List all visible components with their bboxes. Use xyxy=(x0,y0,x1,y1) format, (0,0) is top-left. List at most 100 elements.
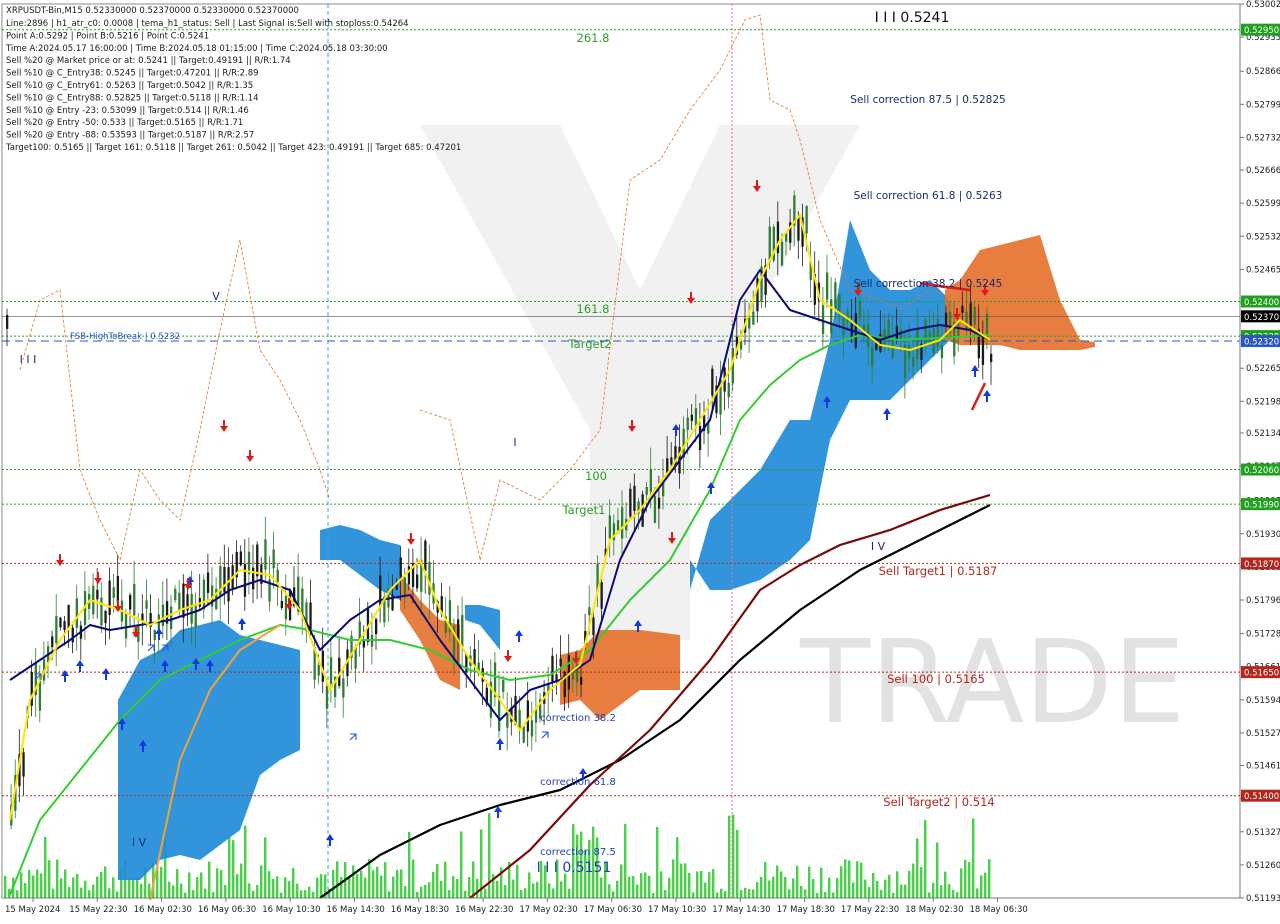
volume-bar xyxy=(456,878,459,898)
volume-bar xyxy=(956,891,959,898)
volume-bar xyxy=(800,885,803,898)
volume-bar xyxy=(916,838,919,898)
volume-bar xyxy=(888,874,891,898)
time-label: 17 May 14:30 xyxy=(712,905,770,915)
volume-bar xyxy=(868,887,871,898)
volume-bar xyxy=(608,884,611,898)
volume-bar xyxy=(116,891,119,898)
price-tick-label: 0.51260 xyxy=(1246,861,1280,871)
candle-body xyxy=(592,617,595,636)
volume-bar xyxy=(740,890,743,898)
candle-body xyxy=(100,597,103,626)
volume-bar xyxy=(676,837,679,898)
volume-bar xyxy=(776,865,779,898)
time-label: 17 May 02:30 xyxy=(519,905,577,915)
info-line: Sell %10 @ C_Entry88: 0.52825 || Target:… xyxy=(6,93,259,103)
info-line: Sell %10 @ C_Entry38: 0.5245 || Target:0… xyxy=(6,69,259,79)
price-tick-label: 0.52866 xyxy=(1246,67,1280,77)
volume-bar xyxy=(952,889,955,898)
candle-body xyxy=(666,458,669,473)
volume-bar xyxy=(980,875,983,898)
volume-bar xyxy=(988,859,991,898)
volume-bar xyxy=(696,871,699,898)
candle-body xyxy=(174,588,177,601)
volume-bar xyxy=(236,874,239,898)
volume-bar xyxy=(896,871,899,898)
candle-body xyxy=(461,614,464,648)
volume-bar xyxy=(420,886,423,898)
volume-bar xyxy=(36,869,39,898)
candle-body xyxy=(129,594,132,610)
volume-bar xyxy=(752,889,755,898)
volume-bar xyxy=(388,891,391,898)
price-tick-label: 0.52134 xyxy=(1246,429,1280,439)
volume-bar xyxy=(380,875,383,898)
candle-body xyxy=(223,566,226,593)
annotation-text: correction 61.8 xyxy=(540,777,616,788)
candle-body xyxy=(530,720,534,737)
candle-body xyxy=(657,497,661,509)
volume-bar xyxy=(504,884,507,898)
volume-bar xyxy=(284,877,287,898)
candle-body xyxy=(280,600,283,608)
volume-bar xyxy=(444,861,447,898)
level-label: Target1 xyxy=(562,503,606,517)
volume-bar xyxy=(664,889,667,898)
candle-body xyxy=(834,282,837,308)
chart-window: TRADE 261.8 161.8 Target2 100 Target1 Sell Ta… xyxy=(0,0,1280,920)
volume-bar xyxy=(756,882,759,898)
annotation-text: Sell correction 61.8 | 0.5263 xyxy=(854,190,1003,202)
volume-bar xyxy=(892,892,895,898)
candle-body xyxy=(375,618,378,635)
price-tick-label: 0.53002 xyxy=(1246,0,1280,10)
candle-body xyxy=(608,515,611,539)
volume-bar xyxy=(932,882,935,898)
price-tag-label: 0.52320 xyxy=(1244,338,1279,348)
volume-bar xyxy=(908,870,911,898)
volume-bar xyxy=(688,873,691,898)
candle-body xyxy=(112,587,115,598)
price-tick-label: 0.52666 xyxy=(1246,166,1280,176)
volume-bar xyxy=(360,870,363,898)
candle-body xyxy=(379,575,382,608)
candle-body xyxy=(325,686,329,709)
volume-bar xyxy=(428,882,431,898)
candle-body xyxy=(846,311,849,323)
price-tick-label: 0.52799 xyxy=(1246,100,1280,110)
candle-body xyxy=(621,507,624,539)
volume-bar xyxy=(964,859,967,898)
info-line: Sell %10 @ Entry -23: 0.53099 || Target:… xyxy=(6,106,249,116)
volume-bar xyxy=(212,892,215,898)
candle-body xyxy=(301,588,304,615)
candle-body xyxy=(256,544,259,577)
volume-bar xyxy=(76,873,79,898)
volume-bar xyxy=(84,880,87,898)
volume-bar xyxy=(844,859,847,898)
candle-body xyxy=(272,549,275,569)
candle-body xyxy=(990,353,993,363)
volume-bar xyxy=(56,859,59,898)
candle-body xyxy=(916,328,919,359)
level-label: 161.8 xyxy=(577,302,610,316)
info-line: Target100: 0.5165 || Target 161: 0.5118 … xyxy=(5,143,461,153)
candle-body xyxy=(826,272,829,300)
candle-body xyxy=(961,305,964,313)
time-label: 16 May 02:30 xyxy=(134,905,192,915)
candle-body xyxy=(854,313,857,348)
candle-body xyxy=(776,221,780,254)
price-chart[interactable]: TRADE 261.8 161.8 Target2 100 Target1 Sell Ta… xyxy=(0,0,1280,920)
annotation-text: I xyxy=(513,436,516,449)
volume-bar xyxy=(196,877,199,898)
volume-bar xyxy=(184,892,187,898)
candle-body xyxy=(252,567,255,590)
candle-body xyxy=(108,580,111,615)
volume-bar xyxy=(564,873,567,898)
candle-body xyxy=(124,612,128,639)
candle-body xyxy=(580,677,583,685)
volume-bar xyxy=(624,824,627,898)
volume-bar xyxy=(476,878,479,898)
volume-bar xyxy=(900,884,903,898)
candle-body xyxy=(202,579,206,610)
volume-bar xyxy=(704,882,707,898)
volume-bar xyxy=(260,865,263,898)
